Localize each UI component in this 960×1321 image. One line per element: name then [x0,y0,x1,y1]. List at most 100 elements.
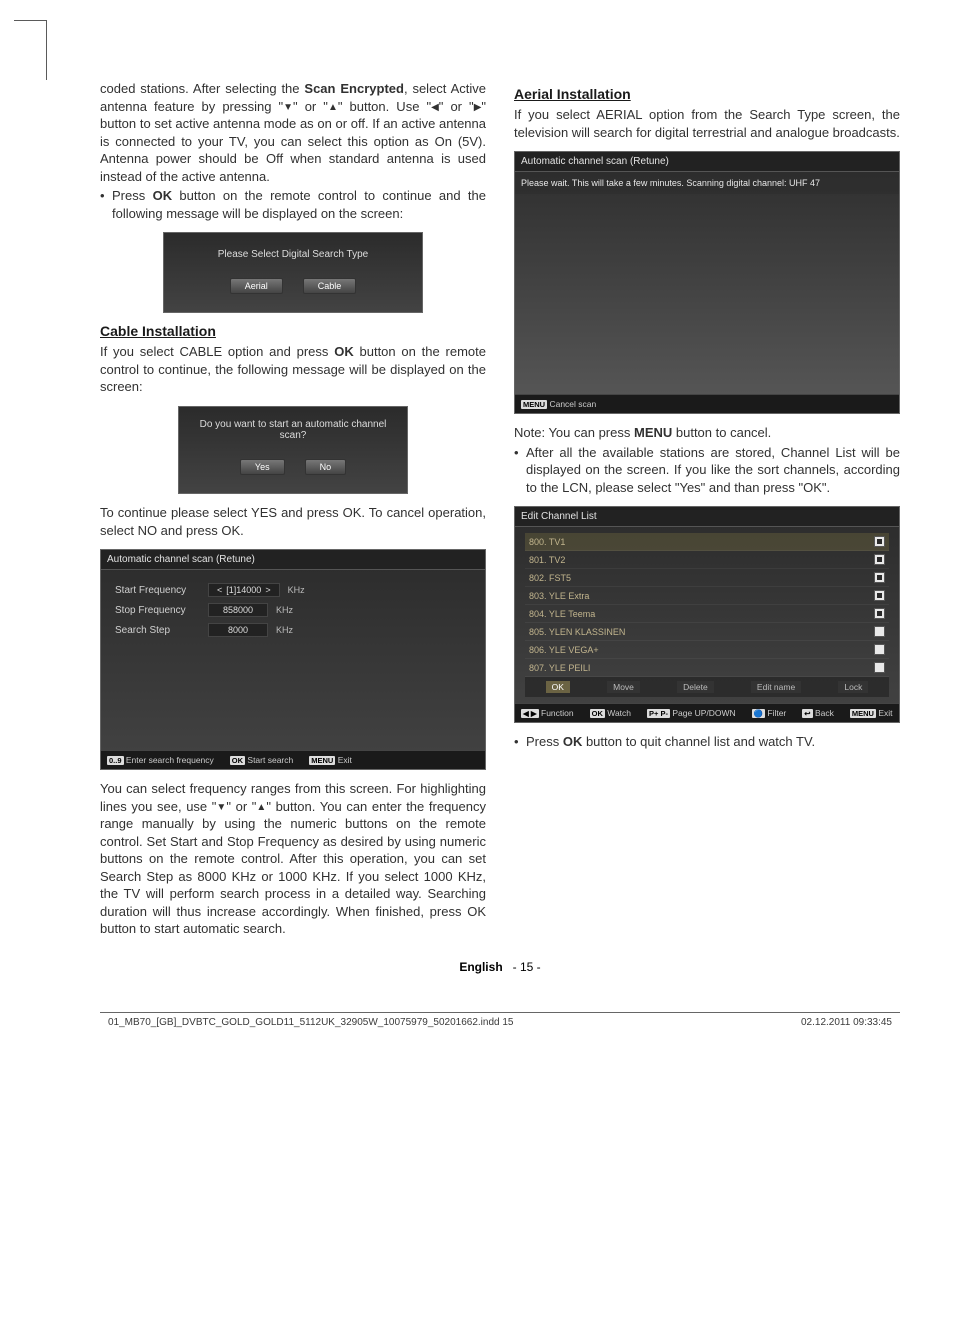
action-ok[interactable]: OK [546,681,570,693]
list-item[interactable]: 803. YLE Extra [525,587,889,605]
paragraph-frequency: You can select frequency ranges from thi… [100,780,486,938]
paragraph-note: Note: You can press MENU button to cance… [514,424,900,442]
cable-button[interactable]: Cable [303,278,357,294]
tv-icon [874,536,885,547]
unit: KHz [276,605,293,615]
indesign-slug: 01_MB70_[GB]_DVBTC_GOLD_GOLD11_5112UK_32… [100,1013,900,1032]
list-item[interactable]: 806. YLE VEGA+ [525,641,889,659]
footer-language: English [459,960,502,974]
text-span: Press [526,734,563,749]
hint-text: Watch [607,708,631,718]
dialog-question: Do you want to start an automatic channe… [193,417,393,451]
down-arrow-icon: ▼ [216,801,226,815]
key-hint: MENU [850,709,876,718]
footer-page-number: - 15 - [513,960,541,974]
key-hint: ◀ ▶ [521,709,539,718]
ui-retune-form: Automatic channel scan (Retune) Start Fr… [100,549,486,770]
text-span: If you select CABLE option and press [100,344,334,359]
row-stop-freq[interactable]: Stop Frequency 858000 KHz [115,600,471,620]
key-hint: 🔵 [752,709,765,718]
crop-mark-side [46,20,47,80]
radio-icon [874,626,885,637]
action-editname[interactable]: Edit name [751,681,801,693]
text-span: " or " [226,799,256,814]
form-title: Automatic channel scan (Retune) [101,550,485,570]
unit: KHz [276,625,293,635]
bold-ok: OK [153,188,173,203]
channel-label: 805. YLEN KLASSINEN [529,627,625,637]
list-item[interactable]: 804. YLE Teema [525,605,889,623]
action-move[interactable]: Move [607,681,640,693]
text-span: button to cancel. [672,425,771,440]
list-item[interactable]: 801. TV2 [525,551,889,569]
channel-label: 802. FST5 [529,573,571,583]
list-item[interactable]: 807. YLE PEILI [525,659,889,677]
row-search-step[interactable]: Search Step 8000 KHz [115,620,471,640]
scan-wait-text: Please wait. This will take a few minute… [515,172,899,194]
key-hint: OK [230,756,245,765]
aerial-button[interactable]: Aerial [230,278,283,294]
text-span: button to quit channel list and watch TV… [582,734,815,749]
channel-label: 803. YLE Extra [529,591,589,601]
start-freq-value[interactable]: <[1]14000> [208,583,280,597]
ui-channel-list: Edit Channel List 800. TV1 801. TV2 802.… [514,506,900,723]
radio-icon [874,662,885,673]
paragraph-ok-continue: Press OK button on the remote control to… [100,187,486,222]
crop-mark-top [14,20,46,21]
bold-scan-encrypted: Scan Encrypted [304,81,404,96]
key-hint: OK [590,709,605,718]
key-hint: MENU [309,756,335,765]
list-title: Edit Channel List [515,507,899,527]
ui-search-type-dialog: Please Select Digital Search Type Aerial… [163,232,423,313]
hint-text: Exit [878,708,892,718]
hint-text: Start search [247,755,293,765]
channel-label: 807. YLE PEILI [529,663,590,673]
channel-label: 804. YLE Teema [529,609,595,619]
right-column: Aerial Installation If you select AERIAL… [514,80,900,948]
action-delete[interactable]: Delete [677,681,714,693]
no-button[interactable]: No [305,459,347,475]
paragraph-cable: If you select CABLE option and press OK … [100,343,486,396]
hint-text: Exit [338,755,352,765]
text-span: " or " [439,99,474,114]
hint-text: Filter [767,708,786,718]
tv-icon [874,608,885,619]
row-start-freq[interactable]: Start Frequency <[1]14000> KHz [115,580,471,600]
tv-icon [874,590,885,601]
text-span: " button. Use " [338,99,431,114]
unit: KHz [288,585,305,595]
page-footer: English - 15 - [100,948,900,1002]
bold-ok: OK [563,734,583,749]
hint-text: Cancel scan [549,399,596,409]
action-lock[interactable]: Lock [838,681,868,693]
tv-icon [874,572,885,583]
action-row: OK Move Delete Edit name Lock [525,677,889,697]
text-span: coded stations. After selecting the [100,81,304,96]
list-item[interactable]: 805. YLEN KLASSINEN [525,623,889,641]
left-column: coded stations. After selecting the Scan… [100,80,486,948]
hint-bar: MENU Cancel scan [515,394,899,413]
up-arrow-icon: ▲ [256,801,266,815]
slug-filename: 01_MB70_[GB]_DVBTC_GOLD_GOLD11_5112UK_32… [108,1017,513,1028]
list-item[interactable]: 800. TV1 [525,533,889,551]
text-span: " or " [293,99,328,114]
key-hint: 0..9 [107,756,124,765]
heading-aerial: Aerial Installation [514,86,900,102]
ui-scan-progress: Automatic channel scan (Retune) Please w… [514,151,900,414]
yes-button[interactable]: Yes [240,459,285,475]
hint-bar: ◀ ▶ Function OK Watch P+ P- Page UP/DOWN… [515,703,899,722]
tv-icon [874,554,885,565]
search-step-value[interactable]: 8000 [208,623,268,637]
hint-text: Page UP/DOWN [672,708,735,718]
list-item[interactable]: 802. FST5 [525,569,889,587]
label: Search Step [115,625,200,636]
left-arrow-icon: ◀ [431,101,439,115]
key-hint: MENU [521,400,547,409]
paragraph-intro: coded stations. After selecting the Scan… [100,80,486,185]
right-arrow-icon: ▶ [474,101,482,115]
paragraph-continue: To continue please select YES and press … [100,504,486,539]
stop-freq-value[interactable]: 858000 [208,603,268,617]
text-span: Note: You can press [514,425,634,440]
ui-auto-scan-dialog: Do you want to start an automatic channe… [178,406,408,494]
down-arrow-icon: ▼ [283,101,293,115]
